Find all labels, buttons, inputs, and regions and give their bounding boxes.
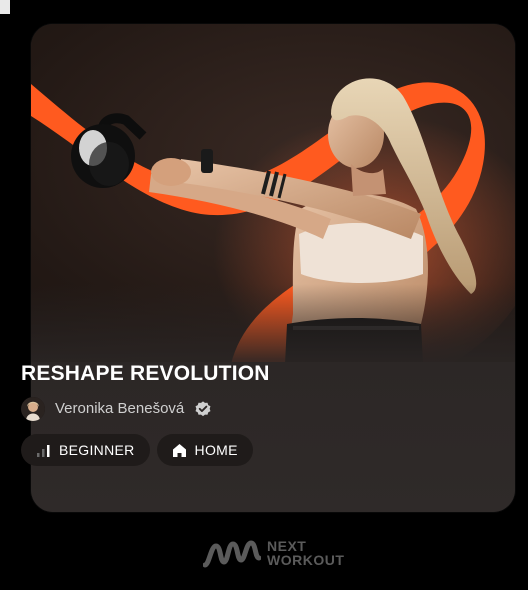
home-icon bbox=[172, 443, 186, 457]
brand-line1: NEXT bbox=[267, 538, 307, 554]
author-name: Veronika Benešová bbox=[55, 400, 185, 417]
tag-list: BEGINNER HOME bbox=[21, 434, 253, 466]
author-row[interactable]: Veronika Benešová bbox=[21, 396, 212, 422]
next-workout-logo-icon bbox=[203, 540, 261, 568]
avatar bbox=[21, 397, 45, 421]
tag-label: HOME bbox=[194, 442, 238, 458]
hero-image bbox=[31, 24, 515, 384]
tag-beginner[interactable]: BEGINNER bbox=[21, 434, 150, 466]
page: RESHAPE REVOLUTION Veronika Benešová BEG… bbox=[0, 0, 528, 590]
tag-label: BEGINNER bbox=[59, 442, 135, 458]
bars-icon bbox=[37, 444, 50, 457]
program-title: RESHAPE REVOLUTION bbox=[21, 362, 270, 385]
verified-badge-icon bbox=[195, 401, 211, 417]
brand-text: NEXT WORKOUT bbox=[267, 539, 344, 567]
corner-mark bbox=[0, 0, 10, 14]
tag-home[interactable]: HOME bbox=[156, 434, 253, 466]
hero-illustration bbox=[31, 54, 515, 364]
brand-line2: WORKOUT bbox=[267, 552, 345, 568]
brand-logo: NEXT WORKOUT bbox=[203, 538, 344, 568]
